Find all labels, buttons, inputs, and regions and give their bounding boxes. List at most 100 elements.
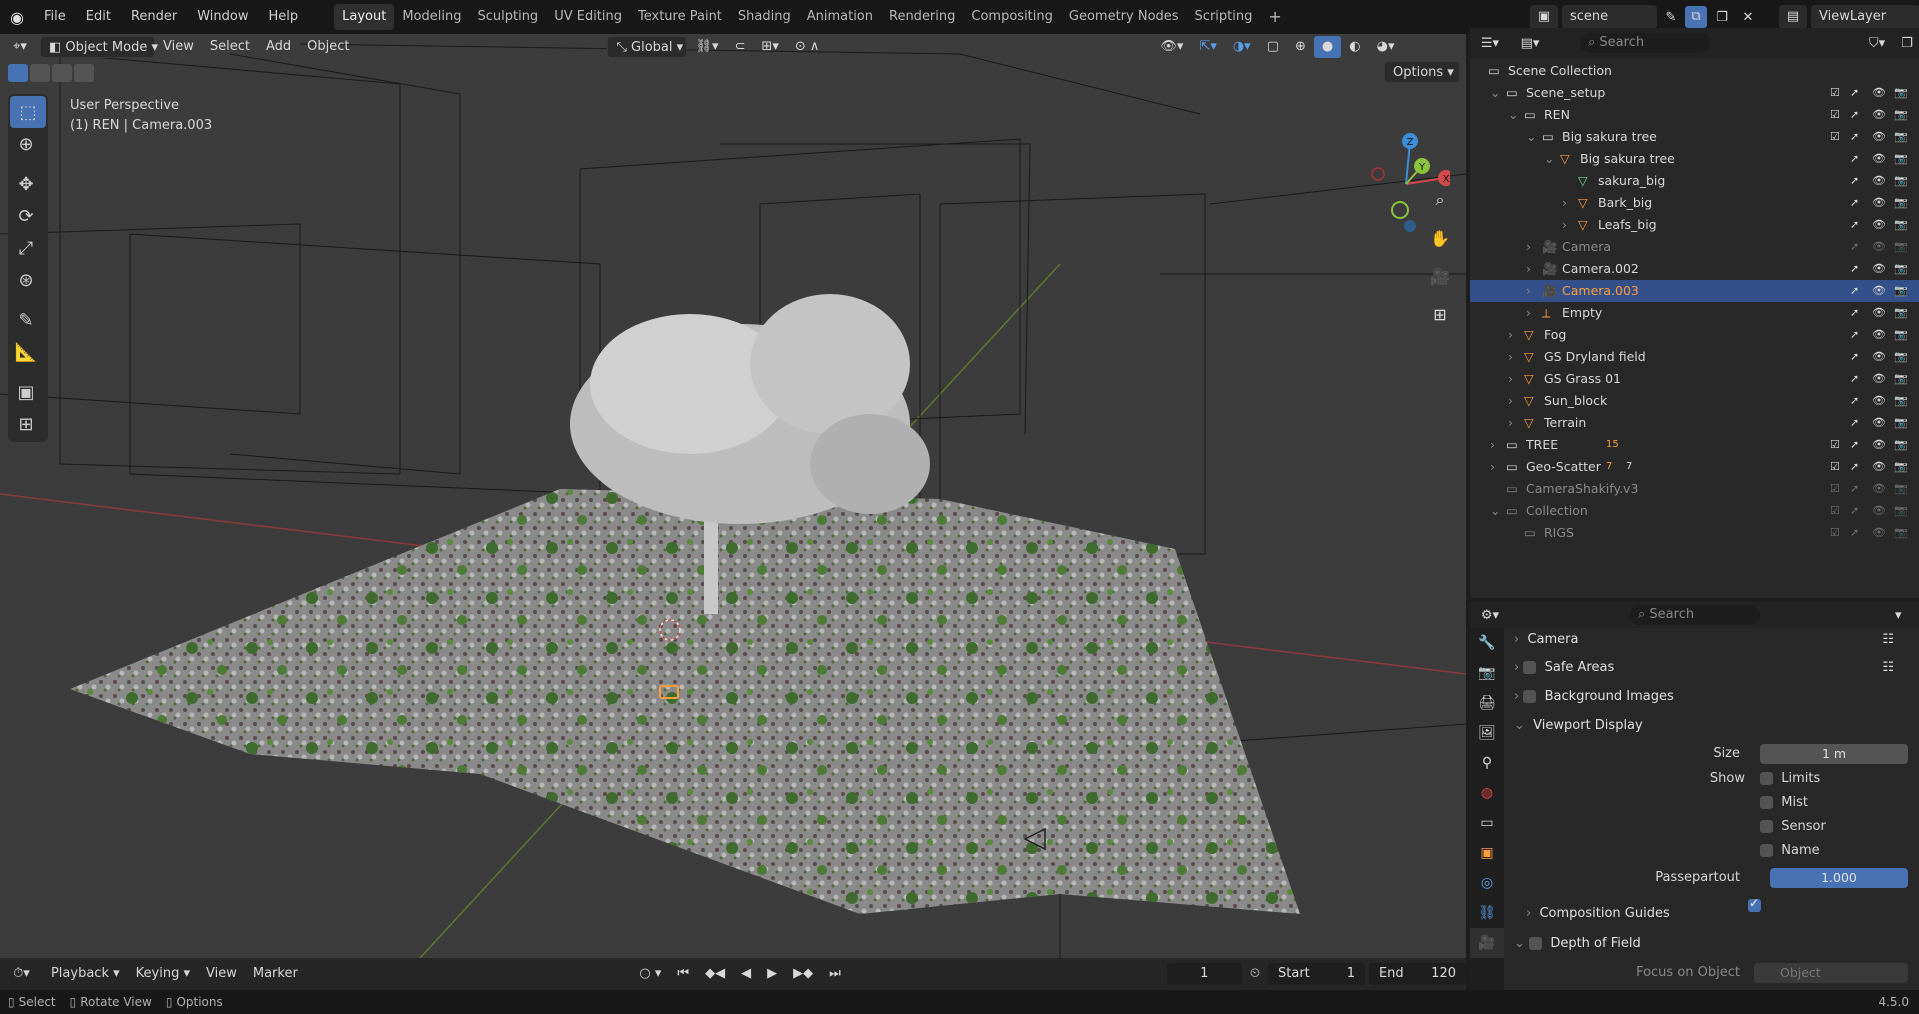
exclude-checkbox[interactable]: ☑: [1830, 104, 1840, 126]
orientation-dropdown[interactable]: ⤡ Global ▾: [607, 36, 688, 58]
object-tab-icon[interactable]: ▣: [1470, 838, 1504, 868]
pan-hand-icon[interactable]: ✋: [1426, 224, 1454, 252]
tab-rendering[interactable]: Rendering: [881, 4, 963, 30]
wireframe-shading-icon[interactable]: ⊕: [1287, 36, 1314, 58]
outliner-row[interactable]: ⌄ ▽ Big sakura tree ➚ 👁 📷: [1470, 148, 1919, 170]
chevron-right-icon[interactable]: ›: [1508, 346, 1513, 368]
display-mode-icon[interactable]: ▤▾: [1510, 36, 1550, 51]
eye-icon[interactable]: 👁: [1872, 368, 1886, 390]
selectable-icon[interactable]: ➚: [1850, 346, 1859, 368]
cursor-tool-icon[interactable]: ⊕: [8, 128, 44, 160]
outliner-row[interactable]: › 🎥 Camera ➚ 👁 📷: [1470, 236, 1919, 258]
selectable-icon[interactable]: ➚: [1850, 368, 1859, 390]
tab-uv-editing[interactable]: UV Editing: [546, 4, 630, 30]
select-extend-icon[interactable]: [30, 64, 50, 82]
auto-key-icon[interactable]: ○ ▾: [631, 963, 669, 985]
blender-logo-icon[interactable]: ◉: [0, 8, 34, 27]
depth-of-field-checkbox[interactable]: [1529, 937, 1543, 950]
eye-icon[interactable]: 👁: [1872, 346, 1886, 368]
chevron-right-icon[interactable]: ›: [1526, 302, 1531, 324]
eye-icon[interactable]: 👁: [1872, 456, 1886, 478]
menu-select[interactable]: Select: [202, 36, 258, 58]
outliner-row[interactable]: › ▽ Terrain ➚ 👁 📷: [1470, 412, 1919, 434]
render-camera-icon[interactable]: 📷: [1894, 148, 1908, 170]
tab-texture-paint[interactable]: Texture Paint: [630, 4, 730, 30]
outliner-row[interactable]: ⌄ ▭ Collection ☑ ➚ 👁 📷: [1470, 500, 1919, 522]
render-camera-icon[interactable]: 📷: [1894, 324, 1908, 346]
mist-option[interactable]: Mist: [1760, 793, 1808, 813]
view-layer-tab-icon[interactable]: 🖼: [1470, 718, 1504, 748]
new-scene-icon[interactable]: ⧉: [1685, 6, 1707, 28]
snap-icon[interactable]: ⊂: [727, 36, 754, 58]
render-camera-icon[interactable]: 📷: [1894, 412, 1908, 434]
prev-keyframe-icon[interactable]: ◆◀: [697, 963, 733, 985]
selectable-icon[interactable]: ➚: [1850, 522, 1859, 544]
eye-icon[interactable]: 👁: [1872, 82, 1886, 104]
safe-areas-presets-icon[interactable]: ☷: [1882, 656, 1894, 680]
chevron-down-icon[interactable]: ⌄: [1490, 500, 1500, 522]
snap-target-icon[interactable]: ⊞▾: [753, 36, 786, 58]
camera-data-tab-icon[interactable]: 🎥: [1470, 928, 1504, 958]
eye-icon[interactable]: 👁: [1872, 280, 1886, 302]
outliner-row[interactable]: ⌄ ▭ REN ☑ ➚ 👁 📷: [1470, 104, 1919, 126]
move-tool-icon[interactable]: ✥: [8, 168, 44, 200]
scene-name-field[interactable]: scene: [1562, 5, 1657, 29]
eye-icon[interactable]: 👁: [1872, 302, 1886, 324]
visibility-icon[interactable]: 👁▾: [1152, 36, 1191, 58]
eye-icon[interactable]: 👁: [1872, 412, 1886, 434]
render-camera-icon[interactable]: 📷: [1894, 522, 1908, 544]
eye-icon[interactable]: 👁: [1872, 390, 1886, 412]
outliner-row[interactable]: › ▽ Bark_big ➚ 👁 📷: [1470, 192, 1919, 214]
outliner-row[interactable]: › ▭ TREE 15 ☑ ➚ 👁 📷: [1470, 434, 1919, 456]
depth-of-field-panel[interactable]: ⌄ Depth of Field: [1514, 932, 1894, 956]
exclude-checkbox[interactable]: ☑: [1830, 82, 1840, 104]
eye-icon[interactable]: 👁: [1872, 500, 1886, 522]
menu-playback[interactable]: Playback ▾: [43, 963, 128, 985]
menu-help[interactable]: Help: [259, 4, 309, 30]
selectable-icon[interactable]: ➚: [1850, 258, 1859, 280]
gizmo-icon[interactable]: ⇱▾: [1191, 36, 1224, 58]
render-camera-icon[interactable]: 📷: [1894, 126, 1908, 148]
properties-options-icon[interactable]: ▾: [1895, 608, 1919, 623]
render-camera-icon[interactable]: 📷: [1894, 170, 1908, 192]
chevron-down-icon[interactable]: ⌄: [1508, 104, 1518, 126]
selectable-icon[interactable]: ➚: [1850, 500, 1859, 522]
output-tab-icon[interactable]: 🖨: [1470, 688, 1504, 718]
viewport-display-panel[interactable]: ⌄ Viewport Display: [1514, 714, 1894, 738]
tab-shading[interactable]: Shading: [730, 4, 799, 30]
pivot-icon[interactable]: ⛓▾: [687, 36, 726, 58]
selectable-icon[interactable]: ➚: [1850, 82, 1859, 104]
eye-icon[interactable]: 👁: [1872, 214, 1886, 236]
selectable-icon[interactable]: ➚: [1850, 456, 1859, 478]
copy-scene-icon[interactable]: ❐: [1711, 10, 1733, 25]
render-camera-icon[interactable]: 📷: [1894, 82, 1908, 104]
outliner-row[interactable]: › ▽ Sun_block ➚ 👁 📷: [1470, 390, 1919, 412]
options-dropdown[interactable]: Options ▾: [1384, 61, 1460, 83]
pin-icon[interactable]: ✎: [1661, 10, 1681, 25]
material-shading-icon[interactable]: ◐: [1341, 36, 1368, 58]
selectable-icon[interactable]: ➚: [1850, 478, 1859, 500]
eye-icon[interactable]: 👁: [1872, 258, 1886, 280]
sensor-checkbox[interactable]: [1760, 820, 1773, 833]
camera-panel-header[interactable]: › Camera ☷: [1514, 628, 1894, 652]
ortho-grid-icon[interactable]: ⊞: [1426, 300, 1454, 328]
properties-search[interactable]: ⌕ Search: [1630, 605, 1760, 625]
selectable-icon[interactable]: ➚: [1850, 434, 1859, 456]
size-field[interactable]: 1 m: [1760, 744, 1908, 764]
chevron-right-icon[interactable]: ›: [1508, 324, 1513, 346]
start-frame-field[interactable]: Start 1: [1268, 963, 1366, 985]
exclude-checkbox[interactable]: ☑: [1830, 478, 1840, 500]
mist-checkbox[interactable]: [1760, 796, 1773, 809]
delete-scene-icon[interactable]: ✕: [1737, 10, 1759, 25]
jump-start-icon[interactable]: ⏮: [669, 963, 697, 985]
presets-icon[interactable]: ☷: [1882, 628, 1894, 652]
selectable-icon[interactable]: ➚: [1850, 148, 1859, 170]
selectable-icon[interactable]: ➚: [1850, 412, 1859, 434]
outliner-row[interactable]: ⌄ ▭ Scene_setup ☑ ➚ 👁 📷: [1470, 82, 1919, 104]
selectable-icon[interactable]: ➚: [1850, 104, 1859, 126]
render-camera-icon[interactable]: 📷: [1894, 500, 1908, 522]
select-intersect-icon[interactable]: [74, 64, 94, 82]
constraints-tab-icon[interactable]: ⛓: [1470, 898, 1504, 928]
jump-end-icon[interactable]: ⏭: [821, 963, 849, 985]
render-camera-icon[interactable]: 📷: [1894, 368, 1908, 390]
